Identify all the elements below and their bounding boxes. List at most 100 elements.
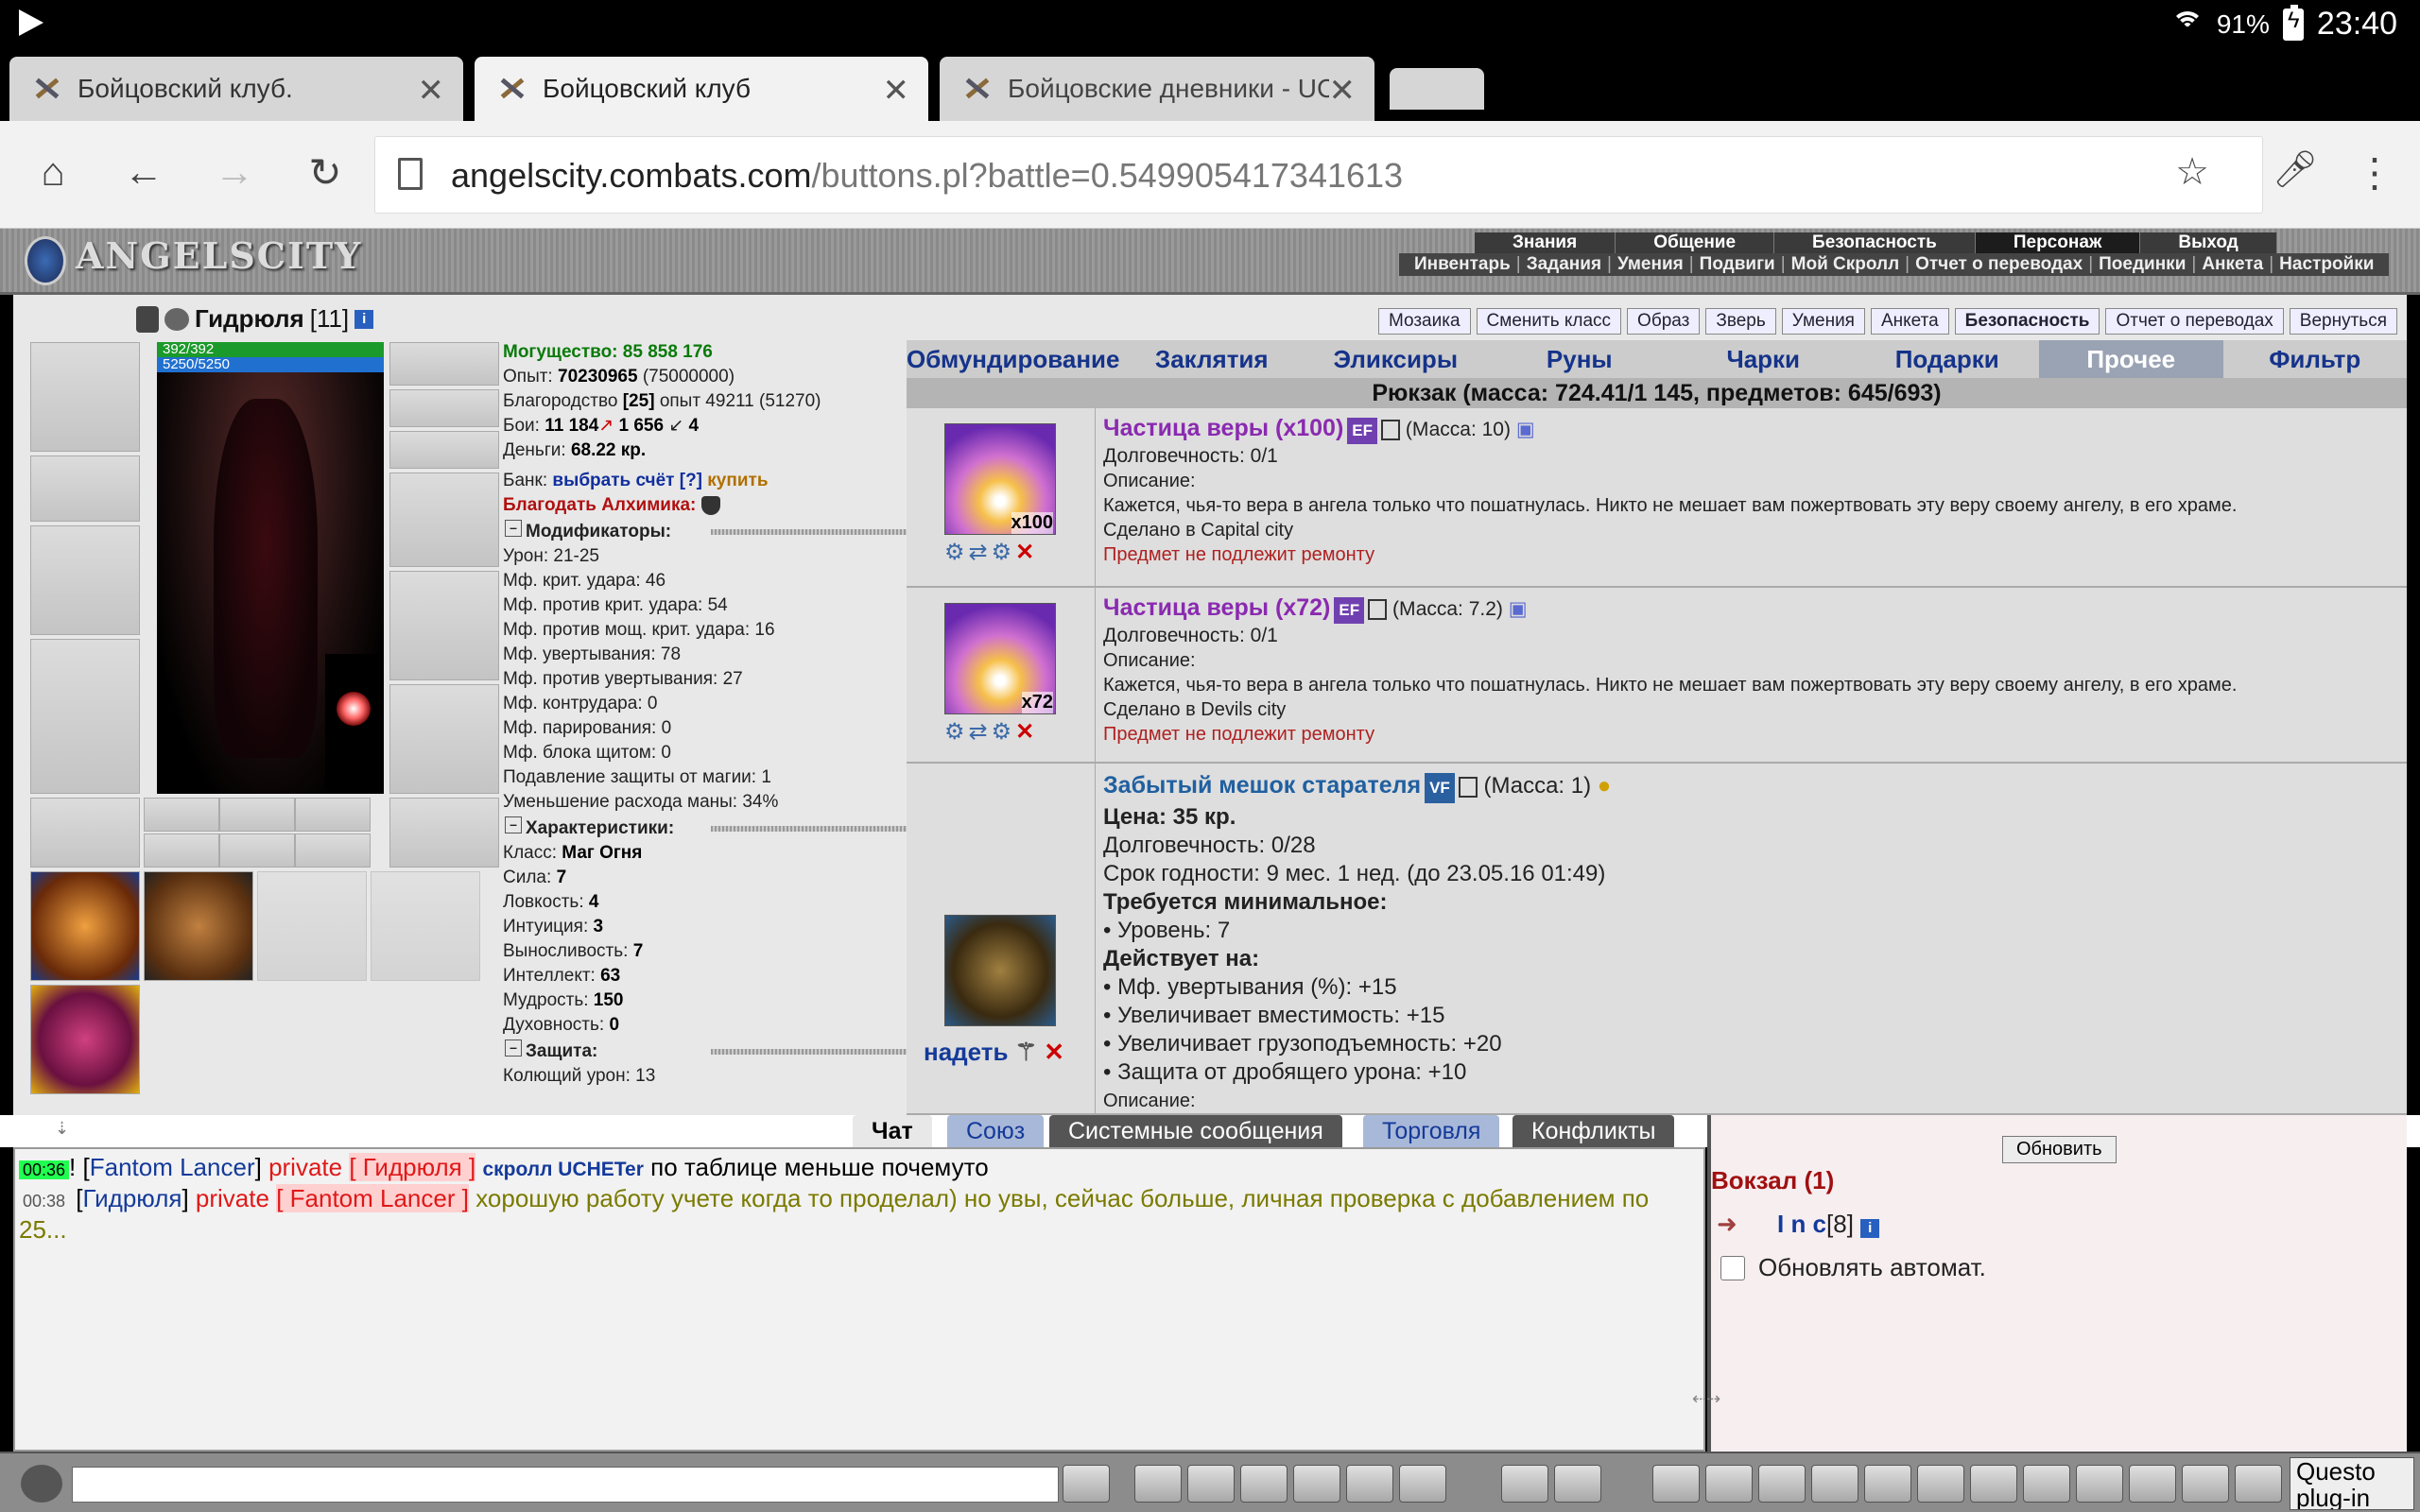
sender-nick[interactable]: Гидрюля bbox=[83, 1184, 182, 1212]
enter-icon[interactable] bbox=[1063, 1465, 1110, 1503]
spell-slot-1[interactable] bbox=[144, 833, 219, 868]
bag-slot-1[interactable] bbox=[30, 871, 140, 981]
link-return[interactable]: Вернуться bbox=[2289, 308, 2397, 335]
character-name[interactable]: Гидрюля bbox=[195, 304, 304, 334]
tab-cups[interactable]: Чарки bbox=[1671, 340, 1856, 378]
url-field[interactable]: angelscity.combats.com/buttons.pl?battle… bbox=[374, 136, 2263, 214]
link-pet[interactable]: Зверь bbox=[1705, 308, 1776, 335]
submenu-my-scroll[interactable]: Мой Скролл bbox=[1786, 253, 1906, 276]
shield-slot[interactable] bbox=[389, 571, 499, 680]
bracers-slot[interactable] bbox=[30, 455, 140, 522]
rune-slot-3[interactable] bbox=[295, 798, 371, 832]
chat-tab-union[interactable]: Союз bbox=[947, 1115, 1045, 1147]
new-tab-button[interactable] bbox=[1390, 68, 1484, 110]
exit-icon[interactable] bbox=[2235, 1465, 2282, 1503]
link-change-class[interactable]: Сменить класс bbox=[1476, 308, 1622, 335]
item-title[interactable]: Частица веры (x72) bbox=[1103, 594, 1330, 621]
belt-slot[interactable] bbox=[30, 798, 140, 868]
bank-select-link[interactable]: выбрать счёт [?] bbox=[552, 471, 702, 490]
flag-icon[interactable] bbox=[2129, 1465, 2176, 1503]
forward-icon[interactable]: → bbox=[208, 149, 261, 195]
close-icon[interactable]: ✕ bbox=[418, 72, 445, 110]
weapons-icon[interactable] bbox=[1705, 1465, 1753, 1503]
menu-character[interactable]: Персонаж bbox=[1975, 232, 2141, 253]
armor-slot[interactable] bbox=[30, 639, 140, 794]
sound-icon[interactable] bbox=[1399, 1465, 1446, 1503]
group-icon[interactable] bbox=[2076, 1465, 2123, 1503]
wear-button[interactable]: надеть ⚚ ✕ bbox=[924, 1038, 1064, 1067]
defense-header[interactable]: Защита: bbox=[503, 1040, 919, 1064]
close-icon[interactable]: ✕ bbox=[883, 72, 910, 110]
modifiers-header[interactable]: Модификаторы: bbox=[503, 520, 919, 544]
bag-slot-4[interactable] bbox=[371, 871, 480, 981]
smiley-menu-icon[interactable] bbox=[21, 1465, 62, 1503]
online-user[interactable]: I n c[8] i bbox=[1777, 1210, 1880, 1239]
people-icon[interactable] bbox=[2023, 1465, 2070, 1503]
earring-slot[interactable] bbox=[389, 342, 499, 386]
delete-icon[interactable]: ✕ bbox=[1015, 539, 1034, 566]
menu-exit[interactable]: Выход bbox=[2140, 232, 2277, 253]
submenu-inventory[interactable]: Инвентарь bbox=[1409, 253, 1516, 276]
item-title[interactable]: Забытый мешок старателя bbox=[1103, 772, 1421, 799]
submenu-profile[interactable]: Анкета bbox=[2196, 253, 2269, 276]
recipient-nick[interactable]: Fantom Lancer bbox=[290, 1184, 456, 1212]
link-mosaic[interactable]: Мозаика bbox=[1377, 308, 1471, 335]
browser-tab-3[interactable]: Бойцовские дневники - UC ✕ bbox=[940, 57, 1374, 121]
tab-elixirs[interactable]: Эликсиры bbox=[1304, 340, 1488, 378]
backpack-icon[interactable] bbox=[1652, 1465, 1700, 1503]
tab-gifts[interactable]: Подарки bbox=[1856, 340, 2040, 378]
rune-slot-1[interactable] bbox=[144, 798, 219, 832]
magic-orb-slot[interactable] bbox=[325, 654, 382, 786]
microphone-icon[interactable]: 🎤︎ bbox=[2269, 149, 2322, 191]
auto-refresh-checkbox[interactable] bbox=[1720, 1255, 1745, 1280]
faith-particle-image[interactable]: x72 bbox=[944, 603, 1056, 714]
helmet-slot[interactable] bbox=[30, 342, 140, 452]
save-icon[interactable] bbox=[1240, 1465, 1288, 1503]
helmet-icon[interactable] bbox=[1554, 1465, 1601, 1503]
chat-tab-conflicts[interactable]: Конфликты bbox=[1512, 1115, 1675, 1147]
boots-slot[interactable] bbox=[389, 798, 499, 868]
submenu-settings[interactable]: Настройки bbox=[2273, 253, 2379, 276]
smile-icon[interactable] bbox=[1501, 1465, 1548, 1503]
resize-arrows-icon[interactable]: ⇠⇢ bbox=[1692, 1389, 1720, 1409]
browser-tab-2-active[interactable]: Бойцовский клуб ✕ bbox=[475, 57, 928, 121]
message-time[interactable]: 00:38 bbox=[19, 1192, 69, 1211]
recipient-nick[interactable]: Гидрюля bbox=[363, 1153, 462, 1181]
globe-icon[interactable] bbox=[1970, 1465, 2017, 1503]
tab-equipment[interactable]: Обмундирование bbox=[907, 340, 1120, 378]
submenu-battles[interactable]: Поединки bbox=[2093, 253, 2191, 276]
chest-icon[interactable] bbox=[1811, 1465, 1858, 1503]
leggings-slot[interactable] bbox=[389, 684, 499, 794]
refresh-button[interactable]: Обновить bbox=[2002, 1136, 2117, 1163]
filter-icon[interactable] bbox=[1187, 1465, 1235, 1503]
reload-icon[interactable]: ↻ bbox=[299, 149, 352, 196]
link-skills[interactable]: Умения bbox=[1781, 308, 1865, 335]
link-security[interactable]: Безопасность bbox=[1954, 308, 2100, 335]
tab-other[interactable]: Прочее bbox=[2039, 340, 2223, 378]
chat-input[interactable] bbox=[72, 1467, 1059, 1503]
private-label[interactable]: private bbox=[196, 1184, 269, 1212]
pet-slot[interactable] bbox=[30, 985, 140, 1094]
link-image[interactable]: Образ bbox=[1627, 308, 1701, 335]
item-title[interactable]: Частица веры (x100) bbox=[1103, 415, 1343, 441]
menu-knowledge[interactable]: Знания bbox=[1475, 232, 1616, 253]
spell-slot-3[interactable] bbox=[295, 833, 371, 868]
attack-icon[interactable]: ➜ bbox=[1717, 1210, 1737, 1239]
sword-icon[interactable] bbox=[1864, 1465, 1911, 1503]
star-icon[interactable]: ☆ bbox=[2175, 150, 2209, 194]
chat-tab-system[interactable]: Системные сообщения bbox=[1049, 1115, 1342, 1147]
spell-slot-2[interactable] bbox=[219, 833, 295, 868]
browser-tab-1[interactable]: Бойцовский клуб. ✕ bbox=[9, 57, 463, 121]
tab-spells[interactable]: Заклятия bbox=[1120, 340, 1305, 378]
link-profile[interactable]: Анкета bbox=[1870, 308, 1949, 335]
link-transfer-report[interactable]: Отчет о переводах bbox=[2105, 308, 2284, 335]
amulet-slot[interactable] bbox=[389, 389, 499, 427]
chat-tab-chat[interactable]: Чат bbox=[853, 1115, 932, 1147]
pl-icon[interactable] bbox=[1346, 1465, 1393, 1503]
message-time[interactable]: 00:36 bbox=[19, 1160, 70, 1179]
tab-filter[interactable]: Фильтр bbox=[2223, 340, 2408, 378]
weapon-slot[interactable] bbox=[30, 525, 140, 635]
bag-slot-2[interactable] bbox=[144, 871, 253, 981]
private-label[interactable]: private bbox=[268, 1153, 342, 1181]
bag-slot-3[interactable] bbox=[257, 871, 367, 981]
